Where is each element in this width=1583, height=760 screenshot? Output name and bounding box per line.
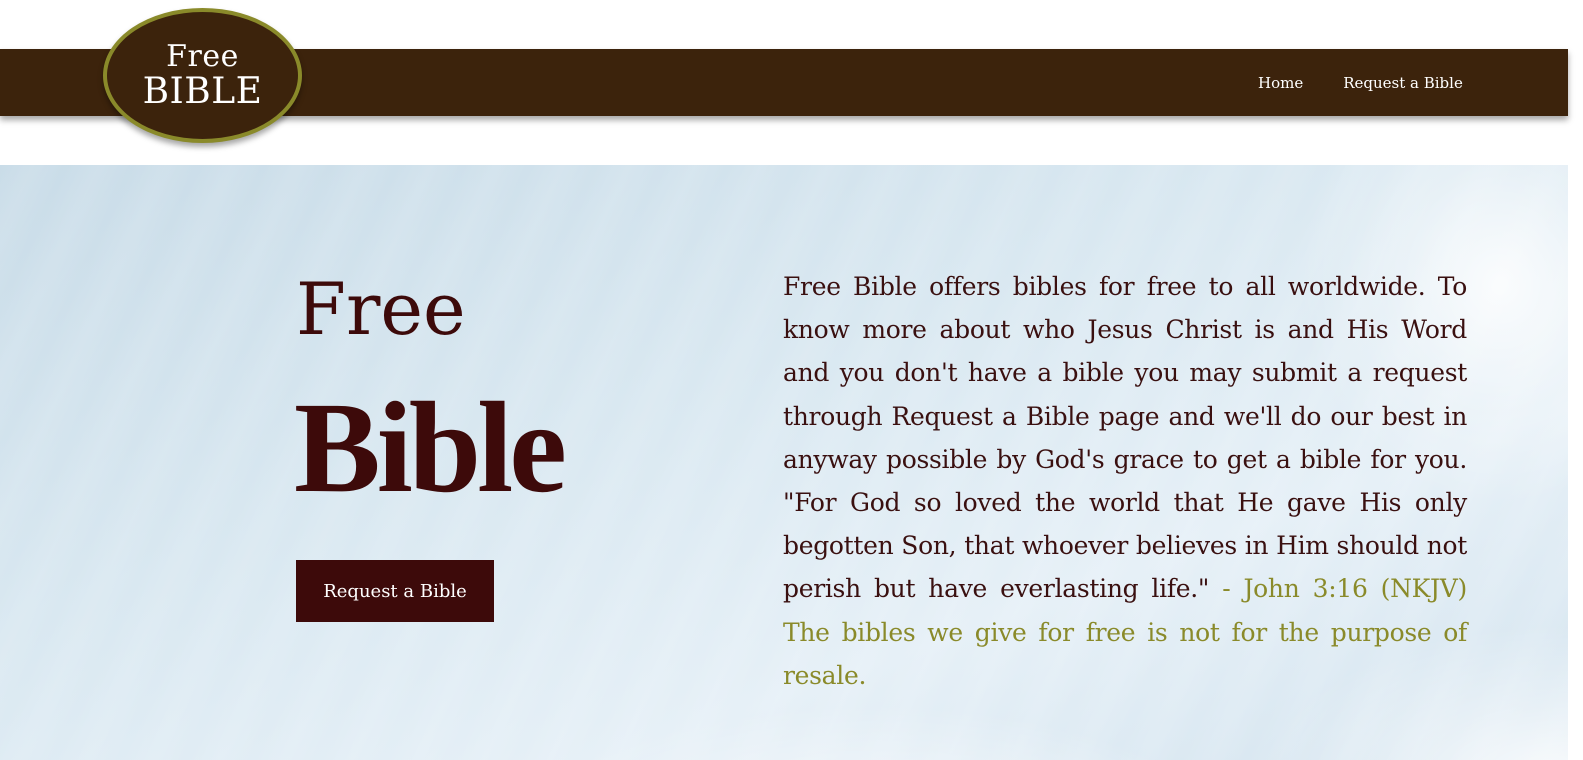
nav-home-link[interactable]: Home: [1258, 74, 1303, 92]
hero-title-free: Free: [296, 267, 466, 351]
site-logo[interactable]: Free BIBLE: [103, 8, 302, 143]
main-nav: Home Request a Bible: [1240, 49, 1583, 116]
request-bible-button[interactable]: Request a Bible: [296, 560, 494, 622]
nav-request-bible-link[interactable]: Request a Bible: [1343, 74, 1463, 92]
logo-line-free: Free: [166, 38, 239, 74]
logo-line-bible: BIBLE: [142, 70, 263, 112]
hero-title-bible: Bible: [294, 376, 567, 520]
hero-description: Free Bible offers bibles for free to all…: [783, 265, 1467, 697]
description-text: Free Bible offers bibles for free to all…: [783, 272, 1467, 604]
hero-section: Free Bible Request a Bible Free Bible of…: [0, 165, 1568, 760]
